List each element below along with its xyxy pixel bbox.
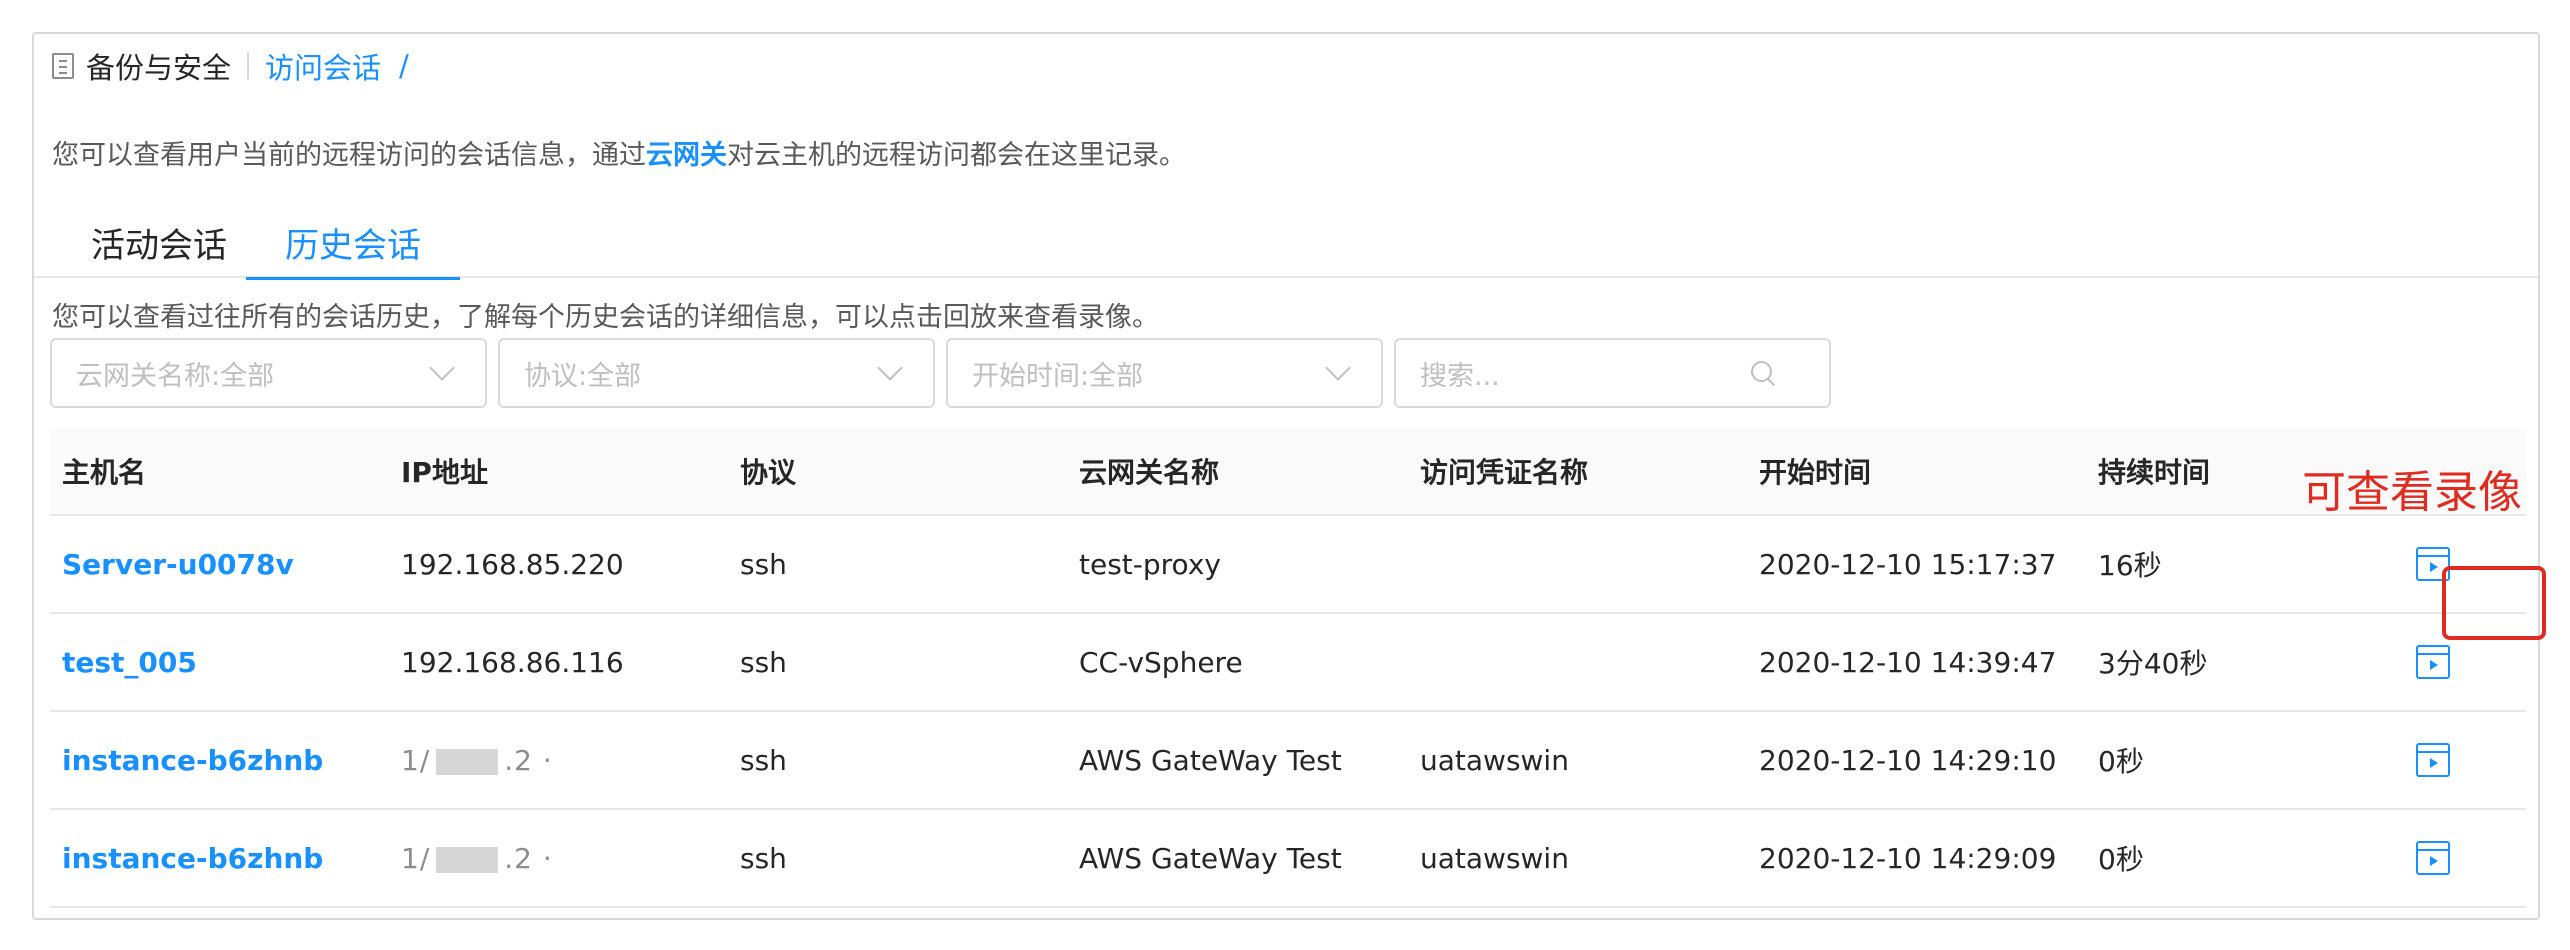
search-input[interactable]: 搜索...: [1394, 338, 1831, 408]
ip-suffix: .2 ·: [504, 743, 553, 777]
breadcrumb-divider: [247, 52, 250, 80]
protocol-filter-value: 协议:全部: [524, 360, 642, 392]
start-time-cell: 2020-12-10 14:29:10: [1759, 743, 2057, 777]
start-time-cell: 2020-12-10 15:17:37: [1759, 547, 2057, 581]
page-description-suffix: 对云主机的远程访问都会在这里记录。: [727, 139, 1186, 171]
redaction-block: [436, 846, 499, 873]
breadcrumb: 备份与安全 访问会话 /: [52, 44, 409, 88]
column-gateway: 云网关名称: [1079, 456, 1220, 489]
document-icon: [52, 53, 74, 79]
column-hostname: 主机名: [62, 456, 147, 489]
session-table: 主机名 IP地址 协议 云网关名称 访问凭证名称 开始时间 持续时间 Serve…: [50, 428, 2526, 908]
gateway-name-filter-value: 云网关名称:全部: [76, 360, 275, 392]
duration-cell: 16秒: [2098, 549, 2162, 582]
ip-cell-masked: 1/ .2 ·: [389, 842, 728, 875]
history-description: 您可以查看过往所有的会话历史，了解每个历史会话的详细信息，可以点击回放来查看录像…: [52, 301, 1159, 333]
column-duration: 持续时间: [2098, 456, 2211, 489]
ip-prefix: 1/: [401, 743, 431, 777]
start-time-filter[interactable]: 开始时间:全部: [946, 338, 1383, 408]
hostname-link[interactable]: instance-b6zhnb: [50, 744, 389, 777]
ip-cell: 192.168.85.220: [401, 547, 624, 581]
table-row: test_005 192.168.86.116 ssh CC-vSphere 2…: [50, 614, 2526, 712]
gateway-cell: test-proxy: [1079, 547, 1221, 581]
column-protocol: 协议: [740, 456, 797, 489]
chevron-down-icon: [429, 355, 455, 381]
protocol-cell: ssh: [740, 645, 787, 679]
duration-cell: 3分40秒: [2098, 647, 2208, 680]
video-playback-icon[interactable]: [2416, 645, 2450, 679]
ip-prefix: 1/: [401, 841, 431, 875]
ip-suffix: .2 ·: [504, 841, 553, 875]
page-description-prefix: 您可以查看用户当前的远程访问的会话信息，通过: [52, 139, 646, 171]
breadcrumb-slash: /: [399, 49, 409, 83]
session-tabs: 活动会话 历史会话: [34, 206, 2538, 280]
cloud-gateway-link[interactable]: 云网关: [646, 133, 727, 172]
column-start-time: 开始时间: [1759, 456, 1872, 489]
video-playback-icon[interactable]: [2416, 743, 2450, 777]
chevron-down-icon: [877, 355, 903, 381]
duration-cell: 0秒: [2098, 843, 2144, 876]
tab-history-sessions[interactable]: 历史会话: [246, 206, 460, 280]
credential-cell: uatawswin: [1420, 743, 1569, 777]
start-time-cell: 2020-12-10 14:29:09: [1759, 841, 2057, 875]
search-icon[interactable]: [1751, 361, 1775, 385]
credential-cell: uatawswin: [1420, 841, 1569, 875]
table-header: 主机名 IP地址 协议 云网关名称 访问凭证名称 开始时间 持续时间: [50, 428, 2526, 516]
video-playback-icon[interactable]: [2416, 841, 2450, 875]
annotation-highlight-box: [2442, 566, 2546, 640]
protocol-cell: ssh: [740, 743, 787, 777]
duration-cell: 0秒: [2098, 745, 2144, 778]
table-row: instance-b6zhnb 1/ .2 · ssh AWS GateWay T…: [50, 712, 2526, 810]
start-time-filter-value: 开始时间:全部: [972, 360, 1144, 392]
chevron-down-icon: [1325, 355, 1351, 381]
table-row: instance-b6zhnb 1/ .2 · ssh AWS GateWay T…: [50, 810, 2526, 908]
search-placeholder: 搜索...: [1420, 360, 1500, 392]
start-time-cell: 2020-12-10 14:39:47: [1759, 645, 2057, 679]
table-row: Server-u0078v 192.168.85.220 ssh test-pr…: [50, 516, 2526, 614]
hostname-link[interactable]: instance-b6zhnb: [50, 842, 389, 875]
page-description: 您可以查看用户当前的远程访问的会话信息，通过 云网关 对云主机的远程访问都会在这里记…: [52, 130, 1186, 174]
column-ip: IP地址: [401, 456, 488, 489]
gateway-cell: AWS GateWay Test: [1079, 743, 1342, 777]
annotation-label: 可查看录像: [2302, 467, 2522, 518]
gateway-cell: AWS GateWay Test: [1079, 841, 1342, 875]
session-panel: 备份与安全 访问会话 / 您可以查看用户当前的远程访问的会话信息，通过 云网关 对云…: [32, 32, 2546, 920]
gateway-name-filter[interactable]: 云网关名称:全部: [50, 338, 487, 408]
ip-cell: 192.168.86.116: [401, 645, 624, 679]
protocol-cell: ssh: [740, 841, 787, 875]
breadcrumb-root[interactable]: 备份与安全: [86, 45, 231, 87]
gateway-cell: CC-vSphere: [1079, 645, 1243, 679]
hostname-link[interactable]: Server-u0078v: [50, 548, 389, 581]
hostname-link[interactable]: test_005: [50, 646, 389, 679]
protocol-cell: ssh: [740, 547, 787, 581]
tab-active-sessions[interactable]: 活动会话: [52, 206, 266, 278]
protocol-filter[interactable]: 协议:全部: [498, 338, 935, 408]
redaction-block: [436, 748, 499, 775]
breadcrumb-current[interactable]: 访问会话: [265, 45, 381, 87]
ip-cell-masked: 1/ .2 ·: [389, 744, 728, 777]
column-credential: 访问凭证名称: [1420, 456, 1589, 489]
